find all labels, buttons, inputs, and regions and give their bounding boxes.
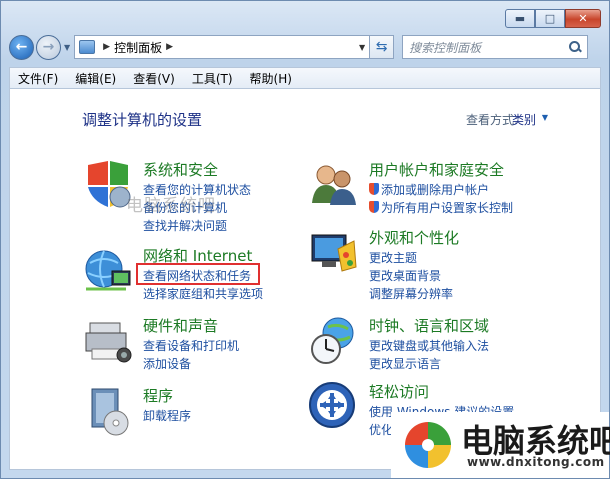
menu-view[interactable]: 查看(V)	[133, 70, 175, 87]
hardware-sound-icon[interactable]	[82, 315, 134, 367]
address-bar[interactable]: ▶ 控制面板 ▶ ▼	[74, 35, 371, 59]
menu-tools[interactable]: 工具(T)	[192, 70, 233, 87]
link-change-display-language[interactable]: 更改显示语言	[369, 355, 441, 372]
view-by-label: 查看方式:	[465, 113, 518, 127]
link-troubleshoot[interactable]: 查找并解决问题	[143, 217, 227, 234]
category-clock-region: 时钟、语言和区域 更改键盘或其他输入法 更改显示语言	[308, 315, 538, 385]
navigation-toolbar: ← → ▼ ▶ 控制面板 ▶ ▼ ⇆ 搜索控制面板	[9, 33, 601, 61]
address-path[interactable]: 控制面板	[114, 39, 162, 56]
search-box[interactable]: 搜索控制面板	[402, 35, 589, 59]
menu-bar: 文件(F) 编辑(E) 查看(V) 工具(T) 帮助(H)	[9, 67, 601, 89]
back-button[interactable]: ←	[9, 34, 34, 60]
link-uninstall-program[interactable]: 卸载程序	[143, 407, 191, 424]
control-panel-icon	[79, 40, 96, 54]
minimize-button[interactable]: ▬	[505, 9, 535, 28]
address-dropdown-icon[interactable]: ▼	[359, 43, 365, 52]
programs-icon[interactable]	[82, 385, 134, 437]
refresh-button[interactable]: ⇆	[370, 35, 395, 59]
ease-of-access-icon[interactable]	[308, 381, 360, 433]
link-change-background[interactable]: 更改桌面背景	[369, 267, 441, 284]
window-caption-buttons: ▬ □ ✕	[505, 9, 601, 28]
uac-shield-icon	[369, 201, 379, 213]
link-parental-controls[interactable]: 为所有用户设置家长控制	[369, 199, 513, 216]
breadcrumb-separator-icon[interactable]: ▶	[166, 42, 173, 52]
view-by-dropdown[interactable]: 类别	[512, 111, 536, 128]
category-title[interactable]: 外观和个性化	[369, 227, 459, 248]
category-programs: 程序 卸载程序	[82, 385, 312, 455]
network-icon[interactable]	[82, 245, 134, 297]
link-add-remove-accounts[interactable]: 添加或删除用户帐户	[369, 181, 489, 198]
category-title[interactable]: 轻松访问	[369, 381, 429, 402]
link-devices-printers[interactable]: 查看设备和打印机	[143, 337, 239, 354]
appearance-icon[interactable]	[308, 227, 360, 279]
chevron-down-icon[interactable]: ▼	[542, 113, 548, 122]
control-panel-window: ▬ □ ✕ ← → ▼ ▶ 控制面板 ▶ ▼ ⇆ 搜索控制面板 文件(F) 编辑…	[0, 0, 610, 479]
watermark-text: 电脑系统吧	[126, 196, 216, 216]
site-watermark-logo: 电脑系统吧 www.dnxitong.com	[391, 412, 610, 478]
forward-button[interactable]: →	[36, 34, 61, 60]
maximize-button[interactable]: □	[535, 9, 565, 28]
category-title[interactable]: 程序	[143, 385, 173, 406]
category-appearance: 外观和个性化 更改主题 更改桌面背景 调整屏幕分辨率	[308, 227, 538, 301]
category-title[interactable]: 硬件和声音	[143, 315, 218, 336]
search-input[interactable]: 搜索控制面板	[409, 39, 569, 56]
menu-help[interactable]: 帮助(H)	[250, 70, 292, 87]
category-title[interactable]: 系统和安全	[143, 159, 218, 180]
link-change-theme[interactable]: 更改主题	[369, 249, 417, 266]
highlight-box	[136, 263, 260, 285]
recent-pages-dropdown-icon[interactable]: ▼	[64, 43, 70, 52]
category-hardware-sound: 硬件和声音 查看设备和打印机 添加设备	[82, 315, 312, 385]
search-icon[interactable]	[569, 41, 581, 53]
link-homegroup-sharing[interactable]: 选择家庭组和共享选项	[143, 285, 263, 302]
menu-edit[interactable]: 编辑(E)	[75, 70, 116, 87]
link-screen-resolution[interactable]: 调整屏幕分辨率	[369, 285, 453, 302]
category-user-accounts: 用户帐户和家庭安全 添加或删除用户帐户 为所有用户设置家长控制	[308, 159, 538, 229]
menu-file[interactable]: 文件(F)	[18, 70, 58, 87]
close-button[interactable]: ✕	[565, 9, 601, 28]
category-title[interactable]: 用户帐户和家庭安全	[369, 159, 504, 180]
brand-url: www.dnxitong.com	[467, 455, 605, 469]
uac-shield-icon	[369, 183, 379, 195]
breadcrumb-separator-icon[interactable]: ▶	[103, 42, 110, 52]
category-title[interactable]: 时钟、语言和区域	[369, 315, 489, 336]
link-add-device[interactable]: 添加设备	[143, 355, 191, 372]
windows-logo-icon	[405, 422, 451, 468]
user-accounts-icon[interactable]	[308, 159, 360, 211]
link-change-keyboard[interactable]: 更改键盘或其他输入法	[369, 337, 489, 354]
clock-region-icon[interactable]	[308, 315, 360, 367]
page-title: 调整计算机的设置	[82, 111, 203, 129]
